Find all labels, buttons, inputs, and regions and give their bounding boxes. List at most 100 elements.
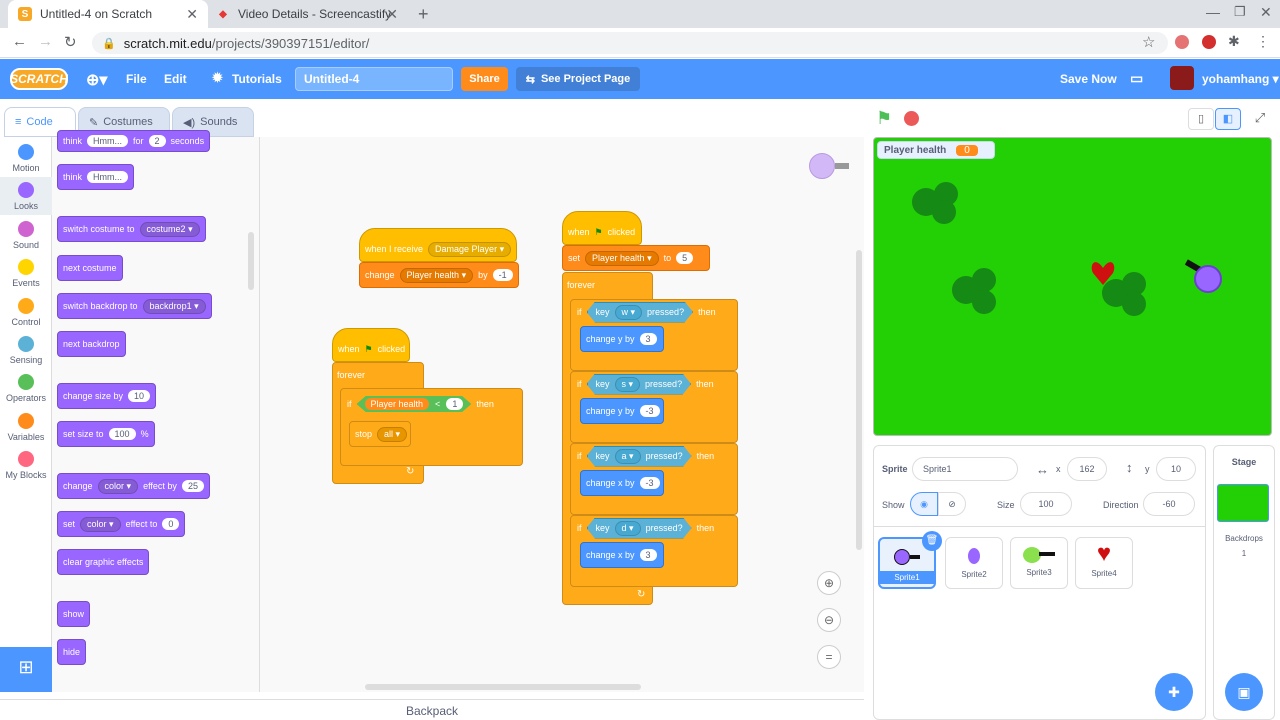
category-events[interactable]: Events	[0, 254, 52, 292]
switch-costume-block[interactable]: switch costume to costume2 ▾	[57, 216, 206, 242]
next-backdrop-block[interactable]: next backdrop	[57, 331, 126, 357]
set-effect-block[interactable]: set color ▾ effect to 0	[57, 511, 186, 537]
stage-canvas[interactable]	[873, 137, 1272, 436]
add-extension-button[interactable]: ⊞	[0, 647, 52, 692]
change-variable-block[interactable]: change Player health ▾ by -1	[359, 262, 519, 288]
workspace-horizontal-scrollbar[interactable]	[365, 684, 641, 690]
category-looks[interactable]: Looks	[0, 177, 52, 216]
scratch-logo[interactable]: SCRATCH	[10, 68, 68, 90]
when-i-receive-block[interactable]: when I receive Damage Player ▾	[359, 228, 517, 262]
category-motion[interactable]: Motion	[0, 139, 52, 177]
browser-tab-scratch[interactable]: S Untitled-4 on Scratch ✕	[8, 0, 208, 28]
large-stage-button[interactable]: ◧	[1215, 108, 1241, 130]
zoom-reset-button[interactable]: =	[817, 645, 841, 669]
close-tab-icon[interactable]: ✕	[186, 6, 198, 23]
key-pressed-sensor[interactable]: key d ▾ pressed?	[586, 517, 692, 539]
my-stuff-folder-icon[interactable]: ▭	[1130, 70, 1143, 87]
switch-backdrop-block[interactable]: switch backdrop to backdrop1 ▾	[57, 293, 212, 319]
url-field[interactable]: 🔒 scratch.mit.edu/projects/390397151/edi…	[92, 32, 1168, 54]
opera-extension-icon[interactable]	[1202, 35, 1216, 49]
category-operators[interactable]: Operators	[0, 369, 52, 407]
forward-icon[interactable]: →	[38, 33, 53, 50]
stop-block[interactable]: stop all ▾	[349, 421, 411, 447]
show-visible-button[interactable]: ◉	[910, 492, 938, 516]
sprite-thumb-sprite2[interactable]: Sprite2	[945, 537, 1003, 589]
key-pressed-sensor[interactable]: key w ▾ pressed?	[586, 301, 694, 323]
think-for-block[interactable]: think Hmm... for 2 seconds	[57, 130, 211, 152]
change-effect-block[interactable]: change color ▾ effect by 25	[57, 473, 210, 499]
change-position-block[interactable]: change x by -3	[580, 470, 664, 496]
category-sensing[interactable]: Sensing	[0, 331, 52, 369]
show-block[interactable]: show	[57, 601, 91, 627]
zoom-in-button[interactable]: ⊕	[817, 571, 841, 595]
category-control[interactable]: Control	[0, 293, 52, 331]
show-hidden-button[interactable]: ⊘	[938, 492, 966, 516]
small-stage-button[interactable]: ▯	[1188, 108, 1214, 130]
username-menu[interactable]: yohamhang ▾	[1202, 72, 1279, 86]
less-than-operator[interactable]: Player health <1	[356, 396, 472, 412]
browser-tab-screencastify[interactable]: ◆ Video Details - Screencastify ✕	[208, 0, 408, 28]
think-block[interactable]: think Hmm...	[57, 164, 135, 190]
see-project-page-button[interactable]: ⇆ See Project Page	[516, 67, 640, 91]
file-menu[interactable]: File	[126, 72, 147, 86]
lock-icon: 🔒	[102, 37, 116, 50]
palette-scrollbar[interactable]	[248, 232, 254, 290]
backdrop-thumbnail[interactable]	[1217, 484, 1269, 522]
avatar[interactable]	[1170, 66, 1194, 90]
set-size-block[interactable]: set size to 100%	[57, 421, 155, 447]
back-icon[interactable]: ←	[12, 33, 27, 50]
close-tab-icon[interactable]: ✕	[386, 6, 398, 23]
sprite-name-input[interactable]: Sprite1	[912, 457, 1018, 481]
next-costume-block[interactable]: next costume	[57, 255, 123, 281]
restore-icon[interactable]: ❐	[1234, 4, 1246, 20]
key-pressed-sensor[interactable]: key a ▾ pressed?	[586, 445, 692, 467]
zoom-out-button[interactable]: ⊖	[817, 608, 841, 632]
choose-sprite-button[interactable]: ✚	[1155, 673, 1193, 711]
extension-icon[interactable]	[1175, 35, 1189, 49]
x-position-input[interactable]: 162	[1067, 457, 1107, 481]
green-flag-button[interactable]: ⚑	[876, 108, 892, 129]
stop-sign-button[interactable]	[904, 111, 919, 126]
workspace-vertical-scrollbar[interactable]	[856, 250, 862, 550]
change-position-block[interactable]: change y by -3	[580, 398, 664, 424]
direction-input[interactable]: -60	[1143, 492, 1195, 516]
size-input[interactable]: 100	[1020, 492, 1072, 516]
save-now-button[interactable]: Save Now	[1060, 72, 1117, 86]
browser-menu-icon[interactable]: ⋮	[1256, 33, 1270, 50]
sprite-thumb-sprite4[interactable]: ♥ Sprite4	[1075, 537, 1133, 589]
sprite-thumb-sprite3[interactable]: Sprite3	[1010, 537, 1068, 589]
choose-backdrop-button[interactable]: ▣	[1225, 673, 1263, 711]
change-size-block[interactable]: change size by 10	[57, 383, 157, 409]
minimize-icon[interactable]: —	[1206, 4, 1220, 20]
fullscreen-button[interactable]: ⤢	[1248, 108, 1272, 130]
new-tab-icon[interactable]: +	[418, 4, 429, 25]
language-globe-icon[interactable]: ⊕▾	[86, 70, 107, 90]
hide-block[interactable]: hide	[57, 639, 87, 665]
category-sound[interactable]: Sound	[0, 216, 52, 254]
green-flag-icon: ⚑	[364, 343, 373, 354]
backpack[interactable]: Backpack	[0, 699, 864, 720]
clear-graphic-effects-block[interactable]: clear graphic effects	[57, 549, 150, 575]
key-pressed-sensor[interactable]: key s ▾ pressed?	[586, 373, 692, 395]
category-dot-icon	[18, 336, 34, 352]
tutorials-button[interactable]: Tutorials	[232, 72, 282, 86]
reload-icon[interactable]: ↻	[64, 33, 77, 51]
set-variable-block[interactable]: set Player health ▾ to 5	[562, 245, 710, 271]
x-arrows-icon: ↔	[1036, 462, 1049, 477]
edit-menu[interactable]: Edit	[164, 72, 187, 86]
share-button[interactable]: Share	[461, 67, 508, 91]
puzzle-extensions-icon[interactable]: ✱	[1228, 33, 1240, 50]
change-position-block[interactable]: change y by 3	[580, 326, 664, 352]
delete-sprite-button[interactable]: 🗑	[922, 531, 942, 551]
player-health-monitor[interactable]: Player health 0	[877, 141, 995, 159]
category-my-blocks[interactable]: My Blocks	[0, 446, 52, 484]
when-flag-clicked-block[interactable]: when ⚑ clicked	[332, 328, 410, 362]
when-flag-clicked-block[interactable]: when ⚑ clicked	[562, 211, 642, 245]
category-variables[interactable]: Variables	[0, 408, 52, 446]
change-position-block[interactable]: change x by 3	[580, 542, 664, 568]
project-title-input[interactable]: Untitled-4	[295, 67, 453, 91]
forever-label: forever	[337, 370, 366, 380]
y-position-input[interactable]: 10	[1156, 457, 1196, 481]
bookmark-star-icon[interactable]: ☆	[1142, 33, 1155, 51]
close-window-icon[interactable]: ✕	[1260, 4, 1272, 21]
